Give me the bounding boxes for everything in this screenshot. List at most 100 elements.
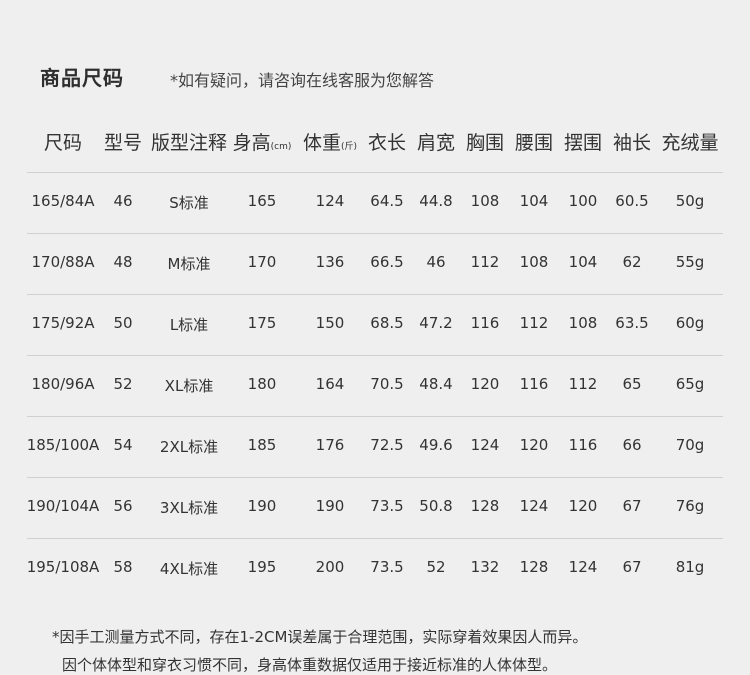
cell-length: 68.5 [370,314,404,332]
cell-sleeve: 67 [622,558,642,576]
cell-hem: 104 [568,253,598,271]
cell-fill-weight: 70g [675,436,705,454]
header-shoulder: 肩宽 [416,132,456,154]
table-row: 170/88A 48 M标准 170 136 66.5 46 112 108 104 62 55g [27,233,723,295]
cell-size: 175/92A [31,314,95,332]
cell-fill-weight: 60g [675,314,705,332]
cell-height: 195 [247,558,277,576]
cell-weight: 200 [315,558,345,576]
cell-weight: 150 [315,314,345,332]
header-weight: 体重(斤) [302,132,358,154]
footnote-body-type: 因个体体型和穿衣习惯不同，身高体重数据仅适用于接近标准的人体体型。 [62,656,558,674]
cell-height: 165 [247,192,277,210]
cell-height: 185 [247,436,277,454]
cell-fill-weight: 81g [675,558,705,576]
cell-chest: 120 [470,375,500,393]
cell-fit-note: 3XL标准 [159,499,219,517]
cell-waist: 124 [519,497,549,515]
cell-chest: 128 [470,497,500,515]
cell-fit-note: M标准 [167,255,211,273]
cell-fit-note: S标准 [169,194,209,212]
cell-weight: 136 [315,253,345,271]
cell-waist: 128 [519,558,549,576]
cell-fit-note: 4XL标准 [159,560,219,578]
cell-chest: 108 [470,192,500,210]
cell-shoulder: 47.2 [419,314,453,332]
cell-length: 72.5 [370,436,404,454]
page-title: 商品尺码 [40,66,124,90]
cell-model: 50 [113,314,133,332]
cell-model: 56 [113,497,133,515]
header-length: 衣长 [367,132,407,154]
cell-hem: 100 [568,192,598,210]
cell-length: 73.5 [370,497,404,515]
cell-shoulder: 50.8 [419,497,453,515]
cell-shoulder: 46 [426,253,446,271]
cell-hem: 120 [568,497,598,515]
cell-model: 54 [113,436,133,454]
header-hem: 摆围 [563,132,603,154]
cell-hem: 112 [568,375,598,393]
cell-waist: 120 [519,436,549,454]
cell-waist: 116 [519,375,549,393]
cell-waist: 108 [519,253,549,271]
cell-fit-note: 2XL标准 [159,438,219,456]
cell-size: 195/108A [26,558,100,576]
cell-chest: 116 [470,314,500,332]
cell-height: 190 [247,497,277,515]
cell-weight: 190 [315,497,345,515]
cell-hem: 124 [568,558,598,576]
cell-size: 185/100A [26,436,100,454]
service-note: *如有疑问，请咨询在线客服为您解答 [170,71,435,90]
table-row: 180/96A 52 XL标准 180 164 70.5 48.4 120 116 112 65 65… [27,355,723,417]
cell-waist: 104 [519,192,549,210]
cell-model: 48 [113,253,133,271]
cell-fit-note: XL标准 [164,377,214,395]
cell-weight: 176 [315,436,345,454]
cell-sleeve: 60.5 [615,192,649,210]
cell-fit-note: L标准 [169,316,209,334]
cell-sleeve: 66 [622,436,642,454]
header-model: 型号 [103,132,143,154]
cell-length: 66.5 [370,253,404,271]
cell-height: 170 [247,253,277,271]
cell-size: 190/104A [26,497,100,515]
cell-length: 70.5 [370,375,404,393]
header-height: 身高(cm) [232,132,292,154]
cell-height: 175 [247,314,277,332]
cell-shoulder: 44.8 [419,192,453,210]
table-row: 185/100A 54 2XL标准 185 176 72.5 49.6 124 120 116 66… [27,416,723,478]
cell-weight: 124 [315,192,345,210]
header-waist: 腰围 [514,132,554,154]
cell-waist: 112 [519,314,549,332]
table-row: 175/92A 50 L标准 175 150 68.5 47.2 116 112 108 63.5 6… [27,294,723,356]
cell-sleeve: 62 [622,253,642,271]
cell-chest: 112 [470,253,500,271]
cell-hem: 108 [568,314,598,332]
cell-fill-weight: 65g [675,375,705,393]
header-sleeve: 袖长 [612,132,652,154]
cell-sleeve: 63.5 [615,314,649,332]
cell-fill-weight: 50g [675,192,705,210]
cell-length: 64.5 [370,192,404,210]
header-fit-note: 版型注释 [150,132,228,154]
header-chest: 胸围 [465,132,505,154]
table-row: 195/108A 58 4XL标准 195 200 73.5 52 132 128 124 67 81… [27,538,723,600]
cell-fill-weight: 76g [675,497,705,515]
table-row: 190/104A 56 3XL标准 190 190 73.5 50.8 128 124 120 67… [27,477,723,539]
cell-size: 180/96A [31,375,95,393]
cell-weight: 164 [315,375,345,393]
cell-fill-weight: 55g [675,253,705,271]
cell-model: 52 [113,375,133,393]
cell-size: 170/88A [31,253,95,271]
cell-hem: 116 [568,436,598,454]
cell-chest: 124 [470,436,500,454]
cell-shoulder: 48.4 [419,375,453,393]
cell-shoulder: 49.6 [419,436,453,454]
cell-shoulder: 52 [426,558,446,576]
cell-sleeve: 67 [622,497,642,515]
cell-height: 180 [247,375,277,393]
header-fill-weight: 充绒量 [661,132,719,154]
cell-length: 73.5 [370,558,404,576]
header-size: 尺码 [43,132,83,154]
